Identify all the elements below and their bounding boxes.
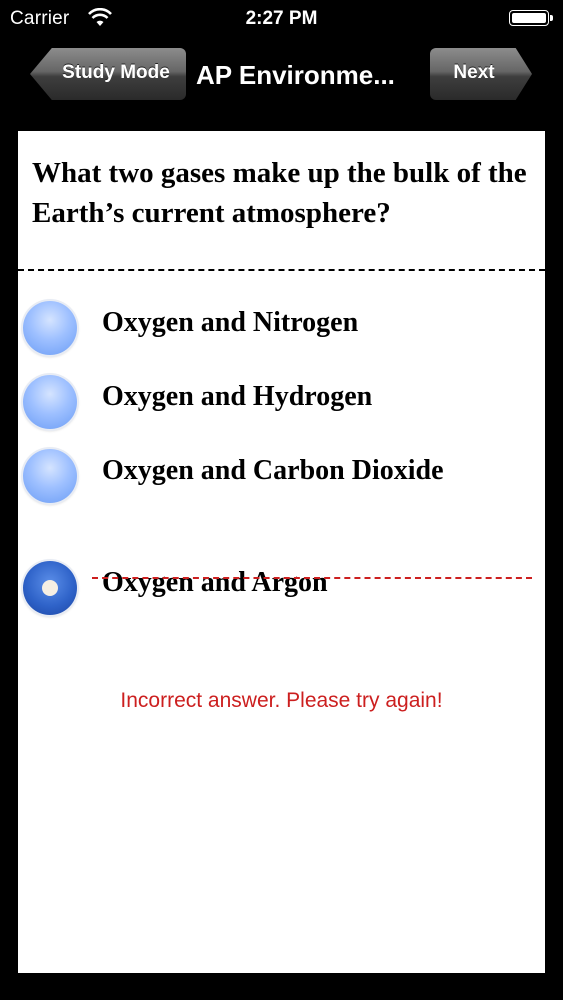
study-mode-back-button[interactable]: Study Mode <box>30 48 186 100</box>
answer-option-selected[interactable]: Oxygen and Argon <box>20 559 540 621</box>
option-label: Oxygen and Argon <box>102 567 328 598</box>
option-label: Oxygen and Nitrogen <box>102 307 359 338</box>
question-divider <box>18 269 545 271</box>
incorrect-strike-line <box>92 577 540 579</box>
feedback-message: Incorrect answer. Please try again! <box>120 689 443 712</box>
next-button-label: Next <box>453 62 495 83</box>
option-label: Oxygen and Carbon Dioxide <box>102 455 444 486</box>
answer-option[interactable]: Oxygen and Hydrogen <box>20 373 540 435</box>
battery-tip <box>550 15 553 21</box>
question-text: What two gases make up the bulk of the E… <box>32 157 527 229</box>
radio-button[interactable] <box>23 449 77 503</box>
status-time: 2:27 PM <box>245 8 318 29</box>
answer-option[interactable]: Oxygen and Nitrogen <box>20 299 540 361</box>
next-button[interactable]: Next <box>430 48 532 100</box>
back-button-label: Study Mode <box>62 62 170 83</box>
battery-icon <box>509 10 549 26</box>
radio-button[interactable] <box>23 375 77 429</box>
page-title: AP Environme... <box>196 60 395 90</box>
option-label: Oxygen and Hydrogen <box>102 381 373 412</box>
radio-button-selected[interactable] <box>23 561 77 615</box>
radio-selected-dot <box>42 580 58 596</box>
radio-button[interactable] <box>23 301 77 355</box>
navigation-bar: Study Mode AP Environme... Next <box>0 44 563 108</box>
question-card: What two gases make up the bulk of the E… <box>18 131 545 973</box>
answer-option[interactable]: Oxygen and Carbon Dioxide <box>20 447 540 509</box>
status-bar: Carrier 2:27 PM <box>0 0 563 40</box>
